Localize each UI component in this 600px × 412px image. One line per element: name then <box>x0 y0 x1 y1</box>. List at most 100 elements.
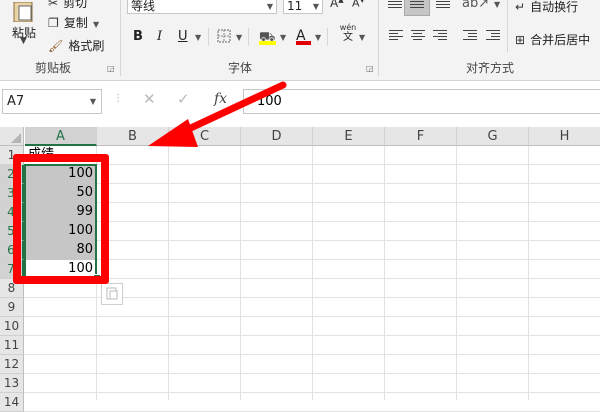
bold-button[interactable]: B <box>133 29 143 44</box>
separator <box>208 28 209 46</box>
merge-center-label: 合并后居中 <box>530 33 591 47</box>
font-size-field[interactable]: 11 ▼ <box>283 0 323 14</box>
cut-label: 剪切 <box>63 0 88 8</box>
separator <box>507 0 508 52</box>
decrease-font-size-icon[interactable]: A▼ <box>352 0 365 10</box>
gridline-horizontal <box>24 392 600 393</box>
phonetic-dropdown-icon[interactable]: ▼ <box>359 33 365 42</box>
column-header-g[interactable]: G <box>457 127 529 146</box>
gridline-horizontal <box>24 335 600 336</box>
gridline-vertical <box>384 146 385 400</box>
wrap-text-label: 自动换行 <box>530 0 579 14</box>
column-header-a[interactable]: A <box>25 127 97 146</box>
clipboard-launcher-icon[interactable]: ◲ <box>107 64 115 73</box>
format-painter-button[interactable]: 🖌 格式刷 <box>48 35 105 53</box>
font-name-value: 等线 <box>131 0 156 13</box>
confirm-icon[interactable]: ✓ <box>177 90 190 108</box>
font-color-button[interactable]: A <box>296 25 312 45</box>
ribbon: 粘贴 ▼ ✂ 剪切 ❐ 复制 ▼ 🖌 格式刷 剪贴板 ◲ 等线 ▼ 11 ▼ A… <box>0 0 600 81</box>
chevron-down-icon[interactable]: ▼ <box>313 0 319 15</box>
phonetic-pinyin: wén <box>339 23 357 32</box>
gridline-horizontal <box>24 164 600 165</box>
paste-dropdown-icon[interactable]: ▼ <box>20 36 27 46</box>
wrap-text-button[interactable]: ↵ 自动换行 <box>515 0 579 14</box>
border-dropdown-icon[interactable]: ▼ <box>236 33 242 42</box>
gridline-horizontal <box>24 278 600 279</box>
separator <box>327 28 328 46</box>
fill-color-swatch <box>259 41 276 45</box>
gridline-vertical <box>528 146 529 400</box>
column-header-d[interactable]: D <box>241 127 313 146</box>
column-header-e[interactable]: E <box>313 127 385 146</box>
formula-value: 100 <box>257 94 282 109</box>
gridline-horizontal <box>24 240 600 241</box>
column-header-c[interactable]: C <box>169 127 241 146</box>
font-size-value: 11 <box>287 0 303 13</box>
clipboard-group-label: 剪贴板 <box>34 61 71 75</box>
quick-analysis-button[interactable] <box>101 283 123 305</box>
name-box-value: A7 <box>7 94 25 109</box>
border-icon[interactable] <box>217 29 231 43</box>
name-box[interactable]: A7 ▼ <box>2 89 102 114</box>
name-box-dropdown-icon[interactable]: ▼ <box>90 90 96 113</box>
copy-dropdown-icon[interactable]: ▼ <box>93 20 99 29</box>
font-group-label: 字体 <box>227 61 252 75</box>
column-header-h[interactable]: H <box>529 127 600 146</box>
gridline-vertical <box>456 146 457 400</box>
align-center-icon[interactable] <box>411 30 425 41</box>
merge-center-button[interactable]: ⊞ 合并后居中 <box>515 29 591 47</box>
underline-dropdown-icon[interactable]: ▼ <box>195 33 201 42</box>
fill-color-button[interactable]: ⛟ <box>259 26 277 45</box>
paste-button[interactable]: 粘贴 ▼ <box>4 0 42 50</box>
font-color-swatch <box>296 41 311 45</box>
align-middle-button[interactable] <box>404 0 430 16</box>
align-right-icon[interactable] <box>433 30 447 41</box>
align-left-icon[interactable] <box>389 30 403 41</box>
scissors-icon: ✂ <box>48 0 59 8</box>
copy-label: 复制 <box>63 16 88 30</box>
more-options-icon[interactable]: ⋮ <box>113 93 123 104</box>
orientation-icon[interactable]: ab↗ <box>462 0 489 11</box>
formula-input[interactable]: 100 <box>243 89 600 114</box>
decrease-indent-icon[interactable] <box>463 30 477 41</box>
font-color-dropdown-icon[interactable]: ▼ <box>315 33 321 42</box>
fill-dropdown-icon[interactable]: ▼ <box>280 33 286 42</box>
align-bottom-icon[interactable] <box>436 1 450 12</box>
paste-options-icon <box>106 287 118 300</box>
align-top-icon[interactable] <box>388 1 402 12</box>
row-header-14[interactable]: 14 <box>0 393 24 412</box>
font-name-field[interactable]: 等线 ▼ <box>127 0 277 14</box>
column-header-f[interactable]: F <box>385 127 457 146</box>
paintbrush-icon: 🖌 <box>48 39 64 53</box>
separator <box>248 28 249 46</box>
row-header-10[interactable]: 10 <box>0 317 24 336</box>
chevron-down-icon[interactable]: ▼ <box>267 0 273 15</box>
copy-icon: ❐ <box>48 16 59 30</box>
cut-button[interactable]: ✂ 剪切 <box>48 0 87 8</box>
row-header-13[interactable]: 13 <box>0 374 24 393</box>
row-header-9[interactable]: 9 <box>0 298 24 317</box>
select-all-corner[interactable] <box>0 127 24 146</box>
underline-button[interactable]: U <box>178 29 188 44</box>
group-separator <box>378 0 379 76</box>
row-header-12[interactable]: 12 <box>0 355 24 374</box>
increase-font-size-icon[interactable]: A▲ <box>330 0 344 10</box>
alignment-group-label: 对齐方式 <box>465 61 514 75</box>
cancel-icon[interactable]: ✕ <box>143 90 156 108</box>
gridline-vertical <box>240 146 241 400</box>
format-painter-label: 格式刷 <box>68 39 105 53</box>
gridline-horizontal <box>24 221 600 222</box>
gridline-horizontal <box>24 259 600 260</box>
copy-button[interactable]: ❐ 复制 ▼ <box>48 12 99 30</box>
font-launcher-icon[interactable]: ◲ <box>366 64 374 73</box>
orientation-dropdown-icon[interactable]: ▼ <box>494 0 500 9</box>
clipboard-icon <box>13 2 33 22</box>
gridline-horizontal <box>24 373 600 374</box>
italic-button[interactable]: I <box>157 29 162 44</box>
insert-function-button[interactable]: fx <box>214 91 227 107</box>
phonetic-guide-button[interactable]: wén 文 <box>338 23 358 45</box>
increase-indent-icon[interactable] <box>486 30 500 41</box>
column-header-b[interactable]: B <box>97 127 169 146</box>
gridline-horizontal <box>24 202 600 203</box>
row-header-11[interactable]: 11 <box>0 336 24 355</box>
